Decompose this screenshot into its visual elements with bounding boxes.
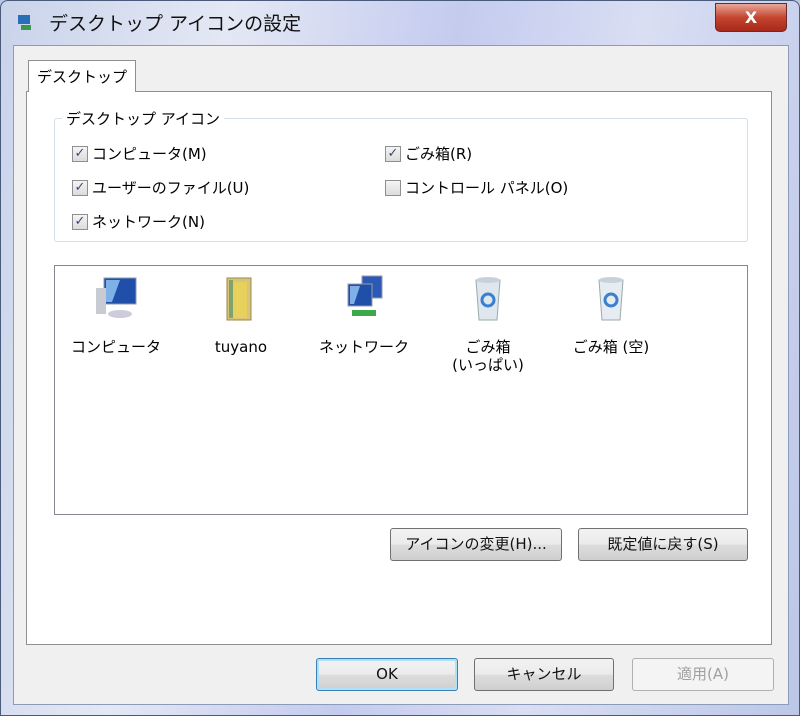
network-icon — [347, 275, 383, 316]
change-icon-button[interactable]: アイコンの変更(H)... — [390, 528, 562, 561]
checkbox-label: コンピュータ(M) — [92, 145, 207, 163]
checkbox-recycle-bin[interactable]: ✓ ごみ箱(R) — [385, 143, 472, 164]
checkbox-box[interactable]: ✓ — [72, 213, 88, 230]
cancel-button[interactable]: キャンセル — [474, 658, 614, 691]
checkbox-box[interactable] — [385, 179, 401, 196]
desktop-settings-icon — [18, 15, 31, 30]
computer-icon — [96, 277, 137, 318]
checkbox-box[interactable]: ✓ — [72, 179, 88, 196]
apply-button[interactable]: 適用(A) — [632, 658, 774, 691]
checkbox-control-panel[interactable]: コントロール パネル(O) — [385, 177, 568, 198]
restore-default-button[interactable]: 既定値に戻す(S) — [578, 528, 748, 561]
list-item-recycle-bin-empty[interactable]: ごみ箱 (空) — [556, 274, 666, 356]
checkbox-computer[interactable]: ✓ コンピュータ(M) — [72, 143, 207, 164]
checkbox-network[interactable]: ✓ ネットワーク(N) — [72, 211, 205, 232]
recycle-bin-full-icon — [475, 277, 501, 321]
window-title: デスクトップ アイコンの設定 — [49, 13, 302, 35]
close-button[interactable]: X — [715, 3, 787, 32]
checkbox-box[interactable]: ✓ — [385, 145, 401, 162]
recycle-bin-empty-icon — [598, 277, 624, 321]
list-item-computer[interactable]: コンピュータ — [61, 274, 171, 356]
list-item-recycle-bin-full[interactable]: ごみ箱 (いっぱい) — [433, 274, 543, 374]
checkbox-label: コントロール パネル(O) — [405, 179, 569, 197]
list-item-network[interactable]: ネットワーク — [309, 274, 419, 356]
checkbox-box[interactable]: ✓ — [72, 145, 88, 162]
item-label: tuyano — [214, 338, 268, 356]
item-label: ごみ箱 (空) — [572, 338, 650, 356]
list-item-user-folder[interactable]: tuyano — [186, 274, 296, 356]
item-label: ネットワーク — [318, 338, 409, 356]
user-folder-icon — [226, 277, 252, 321]
item-label: コンピュータ — [70, 338, 161, 356]
checkbox-label: ユーザーのファイル(U) — [92, 179, 250, 197]
tab-desktop[interactable]: デスクトップ — [28, 60, 136, 92]
group-label: デスクトップ アイコン — [62, 108, 225, 129]
checkbox-user-files[interactable]: ✓ ユーザーのファイル(U) — [72, 177, 249, 198]
checkbox-label: ネットワーク(N) — [92, 213, 205, 231]
item-label: ごみ箱 (いっぱい) — [452, 338, 524, 374]
checkbox-label: ごみ箱(R) — [405, 145, 473, 163]
ok-button[interactable]: OK — [316, 658, 458, 691]
icon-list[interactable]: コンピュータ tuyano ネットワーク ごみ箱 (いっぱい) ごみ箱 (空) — [54, 265, 748, 515]
